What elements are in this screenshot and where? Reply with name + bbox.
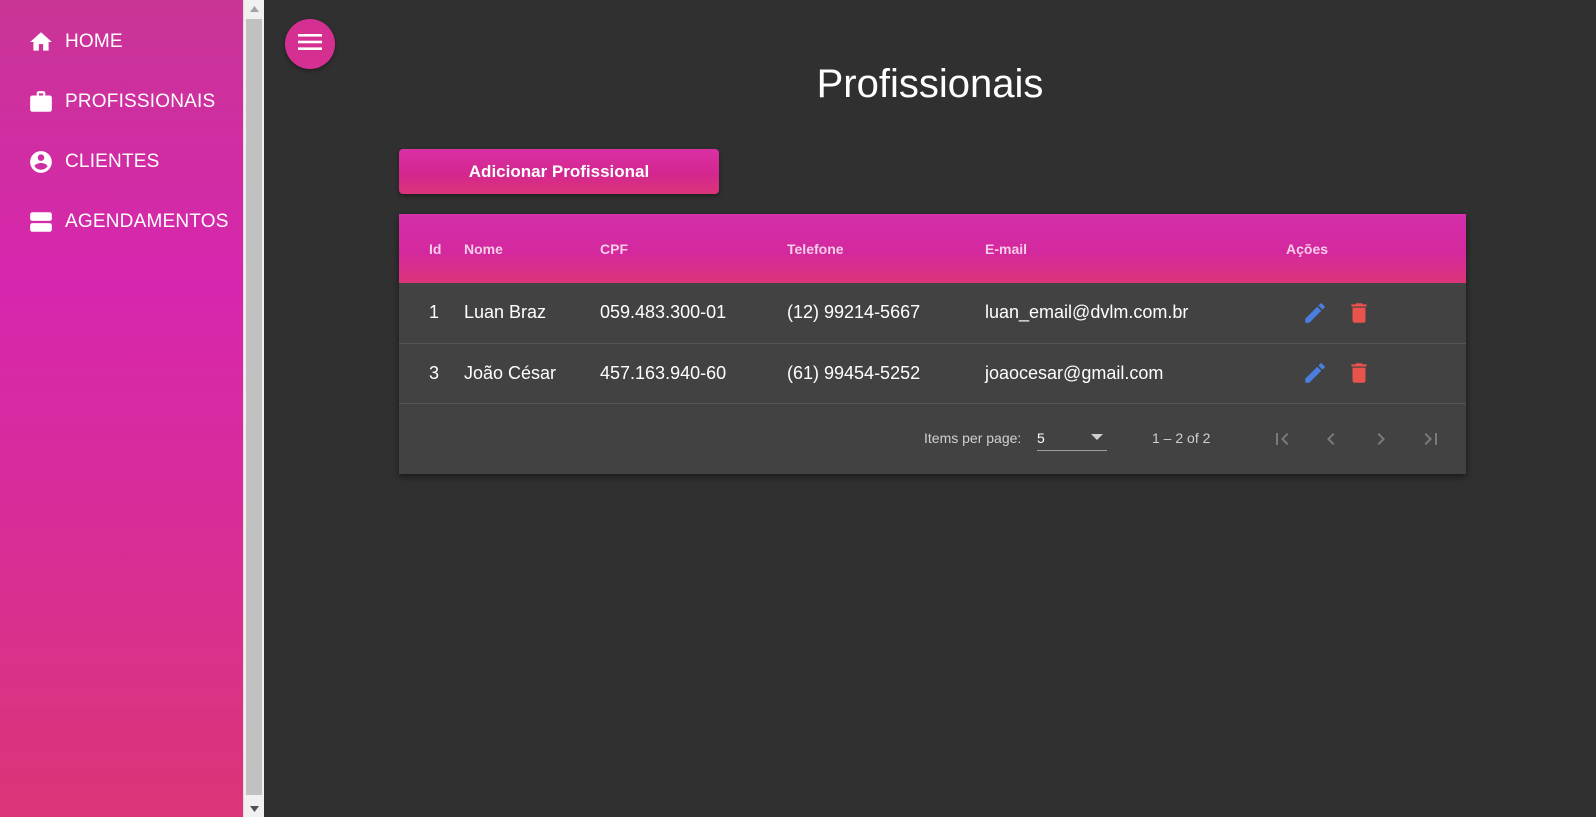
sidebar-item-label: CLIENTES: [65, 151, 160, 172]
account-circle-icon: [28, 149, 54, 175]
cell-id: 3: [429, 362, 440, 383]
scroll-up-arrow-icon[interactable]: [244, 0, 265, 17]
pencil-icon: [1305, 302, 1325, 323]
cell-email: joaocesar@gmail.com: [985, 362, 1164, 383]
profissionais-table-card: Id Nome CPF Telefone E-mail Ações 1 Luan…: [399, 214, 1466, 474]
pencil-icon: [1305, 363, 1325, 383]
previous-page-button[interactable]: [1317, 425, 1345, 453]
cell-nome: Luan Braz: [464, 302, 547, 323]
page-size-value: 5: [1037, 429, 1045, 446]
sidebar-item-label: HOME: [65, 31, 123, 52]
column-header-acoes: Ações: [1286, 240, 1329, 257]
column-header-email: E-mail: [985, 240, 1028, 257]
table-row: 1 Luan Braz 059.483.300-01 (12) 99214-56…: [399, 283, 1466, 343]
last-page-icon: [1424, 433, 1437, 445]
page-size-select[interactable]: 5: [1037, 425, 1107, 451]
delete-button[interactable]: [1346, 360, 1372, 386]
cell-cpf: 059.483.300-01: [600, 302, 727, 323]
cell-telefone: (61) 99454-5252: [787, 362, 921, 383]
cell-acoes: [1286, 283, 1466, 343]
chevron-left-icon: [1327, 433, 1335, 445]
first-page-button[interactable]: [1268, 425, 1296, 453]
edit-button[interactable]: [1302, 300, 1328, 326]
home-icon: [28, 29, 54, 55]
trash-icon: [1351, 303, 1367, 323]
cell-nome: João César: [464, 362, 557, 383]
column-header-nome: Nome: [464, 240, 503, 257]
vertical-scrollbar[interactable]: [243, 0, 264, 817]
page-title: Profissionais: [816, 62, 1044, 106]
range-label: 1 – 2 of 2: [1152, 430, 1211, 446]
next-page-button[interactable]: [1367, 425, 1395, 453]
storage-icon: [28, 209, 54, 235]
scrollbar-thumb[interactable]: [246, 19, 262, 795]
add-profissional-button[interactable]: Adicionar Profissional: [399, 149, 719, 194]
sidebar-item-agendamentos[interactable]: AGENDAMENTOS: [0, 202, 243, 242]
column-header-id: Id: [429, 240, 442, 257]
chevron-right-icon: [1377, 433, 1385, 445]
sidebar-item-clientes[interactable]: CLIENTES: [0, 142, 243, 182]
profissionais-table: Id Nome CPF Telefone E-mail Ações 1 Luan…: [399, 214, 1466, 404]
first-page-icon: [1276, 433, 1289, 445]
cell-acoes: [1286, 343, 1466, 403]
dropdown-arrow-icon: [1091, 434, 1103, 440]
cell-cpf: 457.163.940-60: [600, 362, 727, 383]
cell-id: 1: [429, 302, 440, 323]
table-header-row: Id Nome CPF Telefone E-mail Ações: [399, 214, 1466, 283]
sidebar-item-home[interactable]: HOME: [0, 22, 243, 62]
column-header-telefone: Telefone: [787, 240, 844, 257]
last-page-button[interactable]: [1417, 425, 1445, 453]
delete-button[interactable]: [1346, 300, 1372, 326]
paginator: Items per page: 5 1 – 2 of 2: [399, 403, 1466, 474]
cell-email: luan_email@dvlm.com.br: [985, 302, 1189, 323]
scroll-down-arrow-icon[interactable]: [244, 800, 265, 817]
edit-button[interactable]: [1302, 360, 1328, 386]
trash-icon: [1351, 363, 1367, 383]
items-per-page-label: Items per page:: [924, 430, 1022, 446]
cell-telefone: (12) 99214-5667: [787, 302, 921, 323]
table-row: 3 João César 457.163.940-60 (61) 99454-5…: [399, 343, 1466, 403]
menu-icon: [298, 32, 322, 57]
sidebar-item-label: AGENDAMENTOS: [65, 211, 229, 232]
sidebar: HOME PROFISSIONAIS CLIENTES AGENDAMENTOS: [0, 0, 243, 817]
column-header-cpf: CPF: [600, 240, 628, 257]
